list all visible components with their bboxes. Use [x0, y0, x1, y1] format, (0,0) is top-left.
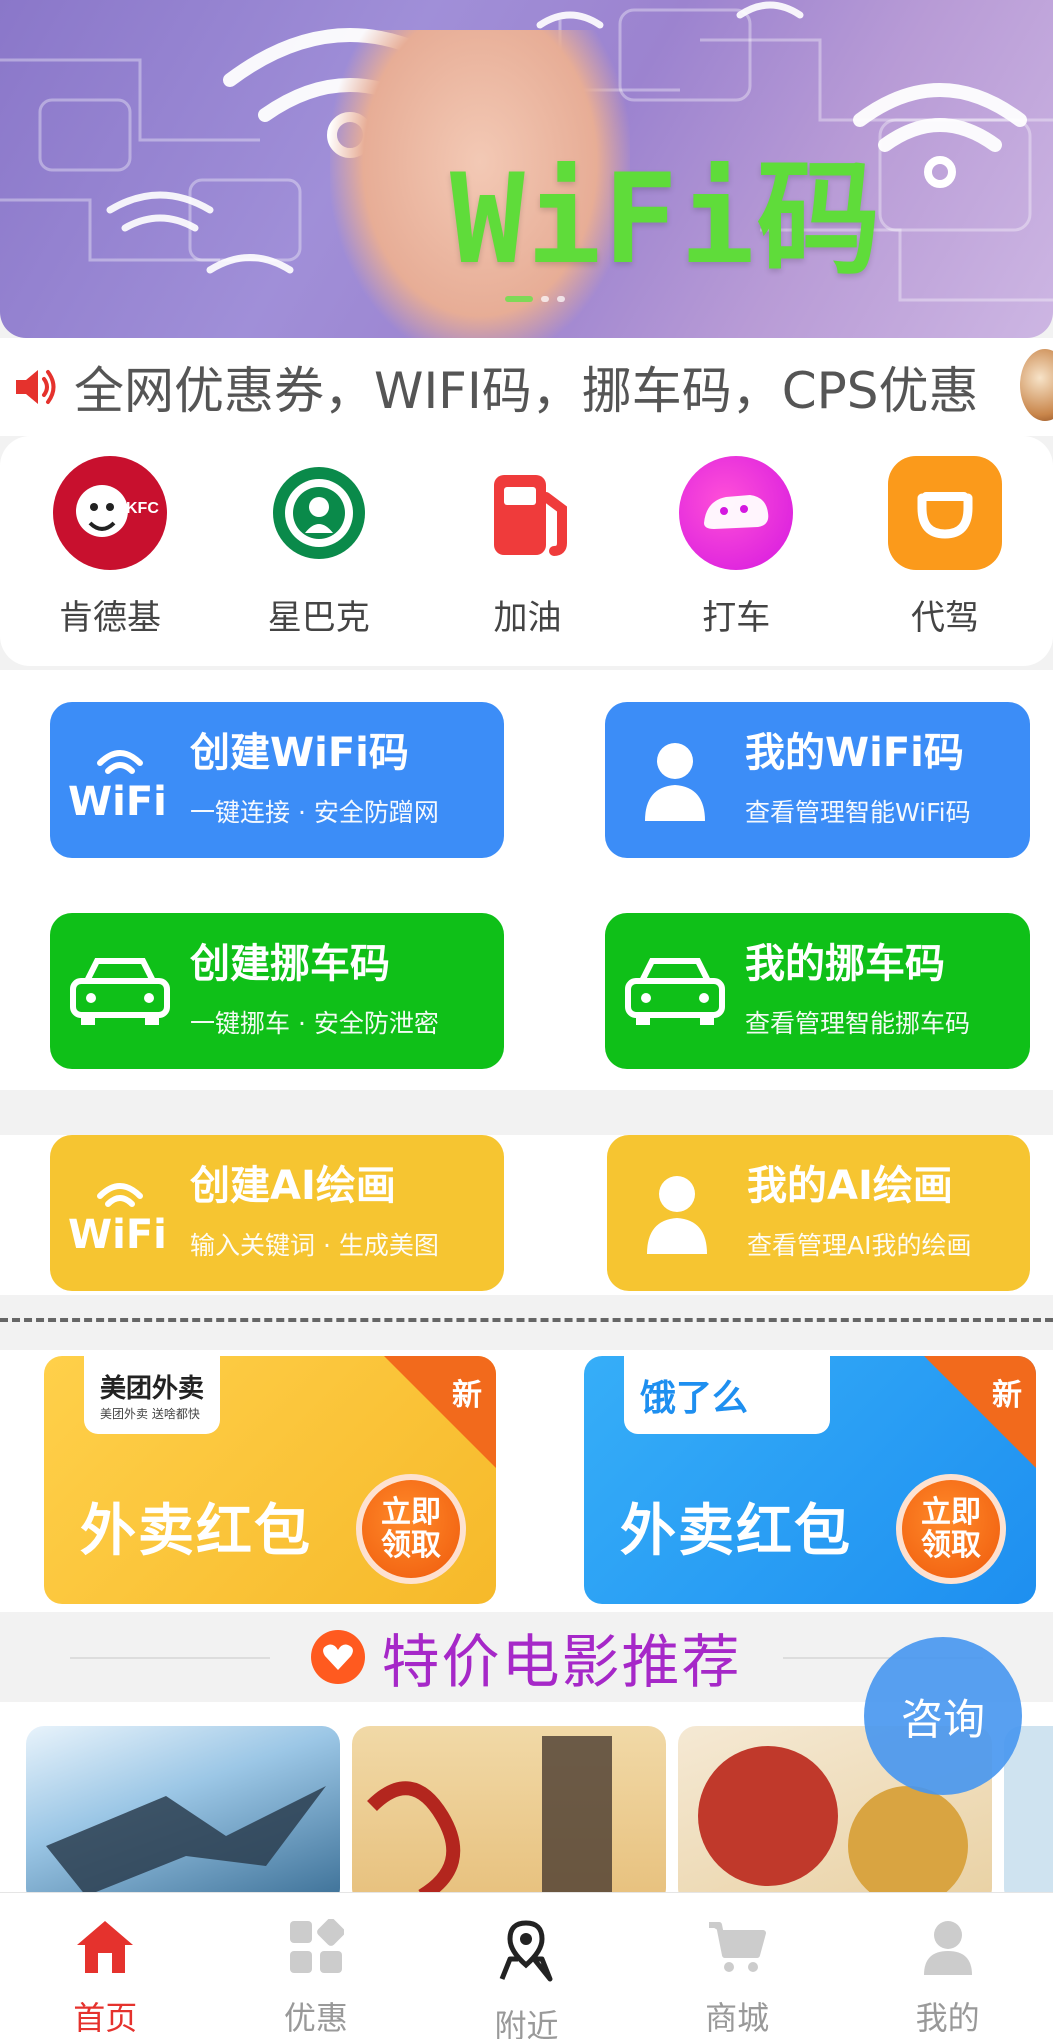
- shortcut-label: 肯德基: [59, 598, 161, 638]
- card-title: 创建AI绘画: [190, 1163, 396, 1209]
- shortcut-taxi[interactable]: 打车: [646, 456, 826, 666]
- card-subtitle: 一键连接 · 安全防蹭网: [190, 798, 439, 827]
- carousel-indicator: [505, 296, 565, 302]
- ai-cards-section: WiFi 创建AI绘画 输入关键词 · 生成美图 我的AI绘画 查看管理AI我的…: [0, 1135, 1053, 1295]
- poster-art: [367, 1736, 612, 1892]
- brand-name: 美团外卖: [100, 1374, 205, 1404]
- shortcut-grid: KFC 肯德基 星巴克 加油 打车 代驾: [0, 436, 1053, 666]
- tab-label: 商城: [705, 1999, 770, 2037]
- movie-poster[interactable]: [352, 1726, 666, 1892]
- shortcut-label: 代驾: [911, 598, 979, 638]
- svg-text:WiFi: WiFi: [68, 1212, 167, 1258]
- section-title: 特价电影推荐: [381, 1628, 742, 1696]
- bottom-tab-bar: 首页 优惠 附近 商城 我的: [0, 1892, 1053, 2039]
- card-subtitle: 一键挪车 · 安全防泄密: [190, 1009, 439, 1038]
- meituan-red-packet[interactable]: 美团外卖 美团外卖 送啥都快 新 外卖红包 立即 领取: [44, 1356, 496, 1604]
- dashed-divider: [0, 1318, 1053, 1322]
- tab-mall[interactable]: 商城: [637, 1893, 837, 2039]
- heart-icon: [311, 1630, 366, 1684]
- tab-label: 优惠: [283, 1999, 348, 2037]
- my-ai-painting-button[interactable]: 我的AI绘画 查看管理AI我的绘画: [607, 1135, 1030, 1291]
- header-line-left: [70, 1657, 270, 1659]
- tab-label: 我的: [915, 1999, 980, 2037]
- shortcut-label: 打车: [702, 598, 771, 638]
- fuel-icon: [471, 456, 585, 570]
- my-move-car-button[interactable]: 我的挪车码 查看管理智能挪车码: [605, 913, 1030, 1069]
- starbucks-icon: [262, 456, 376, 570]
- shortcut-fuel[interactable]: 加油: [438, 456, 618, 666]
- shortcut-label: 加油: [493, 598, 562, 638]
- claim-button[interactable]: 立即 领取: [356, 1474, 466, 1584]
- consult-button[interactable]: 咨询: [864, 1637, 1022, 1795]
- car-icon: [50, 913, 190, 1069]
- card-title: 我的WiFi码: [745, 730, 964, 776]
- meituan-logo: 美团外卖 美团外卖 送啥都快: [84, 1356, 221, 1434]
- service-cards-section: WiFi 创建WiFi码 一键连接 · 安全防蹭网 我的WiFi码 查看管理智能…: [0, 670, 1053, 1090]
- carousel-dot: [541, 296, 549, 302]
- kfc-icon: KFC: [53, 456, 167, 570]
- map-pin-icon: [494, 1919, 558, 1983]
- carousel-dot-active: [505, 296, 533, 302]
- card-title: 创建WiFi码: [190, 730, 409, 776]
- taxi-icon: [679, 456, 794, 570]
- my-wifi-button[interactable]: 我的WiFi码 查看管理智能WiFi码: [605, 702, 1030, 858]
- user-icon: [605, 702, 745, 858]
- tab-discounts[interactable]: 优惠: [216, 1893, 416, 2039]
- tab-label: 附近: [494, 2007, 559, 2039]
- claim-label-line2: 领取: [381, 1528, 441, 1563]
- card-subtitle: 查看管理智能WiFi码: [745, 798, 971, 827]
- card-title: 我的挪车码: [745, 941, 945, 987]
- shortcut-driver[interactable]: 代驾: [855, 456, 1035, 666]
- speaker-icon: [16, 370, 56, 404]
- eleme-logo: 饿了么: [624, 1356, 830, 1434]
- designated-driver-icon: [888, 456, 1002, 570]
- poster-art: [46, 1786, 326, 1892]
- carousel-dot: [557, 296, 565, 302]
- mascot-avatar[interactable]: [1017, 346, 1053, 424]
- shortcut-kfc[interactable]: KFC 肯德基: [20, 456, 200, 666]
- brand-name: 饿了么: [640, 1378, 749, 1419]
- cart-icon: [705, 1919, 769, 1975]
- shortcut-label: 星巴克: [267, 598, 370, 638]
- movie-poster[interactable]: [26, 1726, 340, 1892]
- shortcut-starbucks[interactable]: 星巴克: [229, 456, 409, 666]
- banner-title: WiFi码: [450, 148, 883, 292]
- tab-home[interactable]: 首页: [5, 1893, 205, 2039]
- card-subtitle: 查看管理AI我的绘画: [747, 1231, 972, 1260]
- home-icon: [73, 1919, 137, 1975]
- card-title: 我的AI绘画: [747, 1163, 953, 1209]
- packet-title: 外卖红包: [80, 1499, 312, 1564]
- card-title: 创建挪车码: [190, 941, 390, 987]
- create-ai-painting-button[interactable]: WiFi 创建AI绘画 输入关键词 · 生成美图: [50, 1135, 504, 1291]
- tab-nearby[interactable]: 附近: [426, 1893, 626, 2039]
- new-badge: 新: [452, 1378, 482, 1413]
- car-icon: [605, 913, 745, 1069]
- grid-icon: [284, 1919, 348, 1975]
- tab-label: 首页: [73, 1999, 138, 2037]
- tab-profile[interactable]: 我的: [848, 1893, 1048, 2039]
- create-wifi-button[interactable]: WiFi 创建WiFi码 一键连接 · 安全防蹭网: [50, 702, 504, 858]
- new-badge: 新: [992, 1378, 1022, 1413]
- claim-label-line1: 立即: [381, 1495, 441, 1530]
- banner-carousel[interactable]: WiFi码: [0, 0, 1053, 338]
- packet-title: 外卖红包: [620, 1499, 852, 1564]
- brand-slogan: 美团外卖 送啥都快: [100, 1407, 200, 1421]
- create-move-car-button[interactable]: 创建挪车码 一键挪车 · 安全防泄密: [50, 913, 504, 1069]
- notice-text: 全网优惠券，WIFI码，挪车码，CPS优惠: [74, 362, 979, 420]
- user-icon: [607, 1135, 747, 1291]
- user-icon: [916, 1919, 980, 1975]
- svg-text:KFC: KFC: [126, 500, 159, 517]
- claim-label-line2: 领取: [921, 1528, 981, 1563]
- wifi-icon: WiFi: [50, 1135, 190, 1291]
- wifi-icon: WiFi: [50, 702, 190, 858]
- card-subtitle: 查看管理智能挪车码: [745, 1009, 971, 1038]
- notice-bar[interactable]: 全网优惠券，WIFI码，挪车码，CPS优惠: [0, 338, 1053, 436]
- claim-button[interactable]: 立即 领取: [896, 1474, 1006, 1584]
- svg-text:WiFi: WiFi: [68, 779, 167, 825]
- eleme-red-packet[interactable]: 饿了么 新 外卖红包 立即 领取: [584, 1356, 1036, 1604]
- claim-label-line1: 立即: [921, 1495, 981, 1530]
- card-subtitle: 输入关键词 · 生成美图: [190, 1231, 439, 1260]
